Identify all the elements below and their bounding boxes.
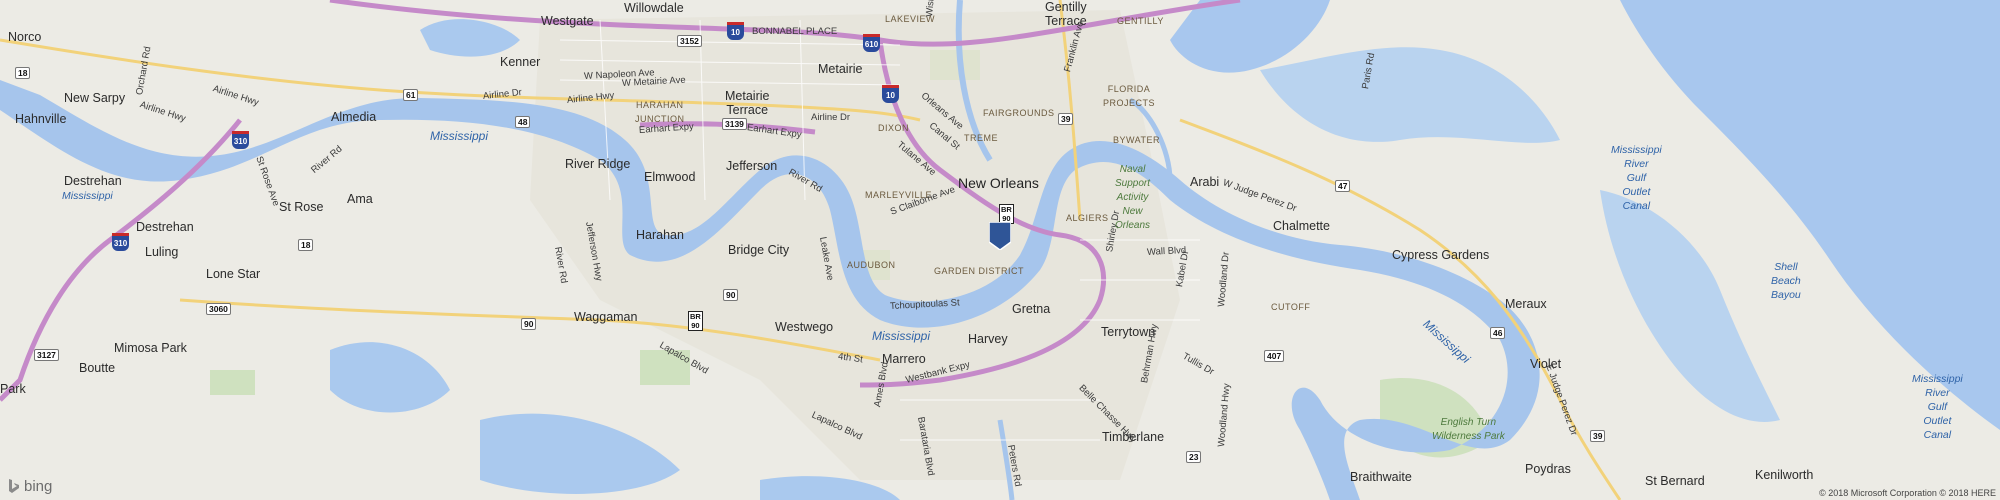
district-treme-label: TREME (964, 133, 998, 143)
road-wall-blvd-label: Wall Blvd (1146, 244, 1187, 258)
place-ama-label: Ama (347, 192, 373, 206)
place-harahan-label: Harahan (636, 228, 684, 242)
route-shield-rt-23-icon: 23 (1186, 451, 1202, 463)
place-jefferson-label: Jefferson (726, 159, 778, 173)
place-new-orleans-label: New Orleans (958, 175, 1039, 191)
place-river-ridge-label: River Ridge (565, 157, 631, 171)
property-pin-marker[interactable] (988, 221, 1012, 251)
place-chalmette-label: Chalmette (1273, 219, 1330, 233)
water-mrgo-1-label: Mississippi River Gulf Outlet Canal (1611, 144, 1662, 212)
place-boutte-label: Boutte (79, 361, 116, 375)
route-shield-rt-90-b-icon: 90 (723, 289, 739, 301)
map-canvas[interactable]: Norco New Sarpy Hahnville Destrehan Destreha… (0, 0, 2000, 500)
district-algiers-label: ALGIERS (1066, 213, 1109, 223)
water-mississippi-1-label: Mississippi (430, 129, 489, 143)
place-kenner-label: Kenner (500, 55, 541, 69)
place-elmwood-label: Elmwood (644, 170, 696, 184)
route-shield-rt-3152-icon: 3152 (677, 35, 702, 47)
interstate-shield-i-310-a-icon: 310 (232, 131, 249, 149)
district-dixon-label: DIXON (878, 123, 910, 133)
business-route-shield-br-90-a-icon: BR 90 (999, 204, 1014, 224)
district-fairgrounds-label: FAIRGROUNDS (983, 108, 1055, 118)
place-braithwaite-label: Braithwaite (1350, 470, 1412, 484)
map-copyright: © 2018 Microsoft Corporation © 2018 HERE (1819, 488, 1996, 498)
place-westgate-label: Westgate (541, 14, 594, 28)
bing-logo[interactable]: bing (8, 478, 52, 495)
place-arabi-label: Arabi (1190, 175, 1220, 189)
bing-wordmark: bing (24, 478, 53, 495)
place-almedia-label: Almedia (331, 110, 377, 124)
route-shield-rt-39-b-icon: 39 (1590, 430, 1606, 442)
route-shield-rt-46-icon: 46 (1490, 327, 1506, 339)
district-cutoff-label: CUTOFF (1271, 302, 1311, 312)
route-shield-rt-18-b-icon: 18 (298, 239, 314, 251)
route-shield-rt-3139-icon: 3139 (722, 118, 747, 130)
place-destrehan-1-label: Destrehan (64, 174, 122, 188)
place-willowdale-label: Willowdale (624, 1, 684, 15)
water-shell-beach-bayou-label: Shell Beach Bayou (1771, 261, 1801, 301)
business-route-shield-br-90-b-icon: BR 90 (688, 311, 703, 331)
route-shield-rt-3127-icon: 3127 (34, 349, 59, 361)
road-airline-dr-2-label: Airline Dr (811, 112, 851, 123)
place-gretna-label: Gretna (1012, 302, 1051, 316)
route-shield-rt-407-icon: 407 (1264, 350, 1285, 362)
interstate-shield-i-310-b-icon: 310 (112, 233, 129, 251)
road-bonnabel-place-label: BONNABEL PLACE (752, 26, 838, 37)
park-english-turn-label: English Turn Wilderness Park (1432, 417, 1505, 442)
bing-b-icon (9, 479, 19, 493)
place-new-sarpy-label: New Sarpy (64, 91, 126, 105)
place-waggaman-label: Waggaman (574, 310, 638, 324)
place-hahnville-label: Hahnville (15, 112, 67, 126)
place-st-bernard-label: St Bernard (1645, 474, 1705, 488)
place-norco-label: Norco (8, 30, 42, 44)
place-metairie-terrace-label: Metairie Terrace (725, 89, 770, 117)
place-lone-star-label: Lone Star (206, 267, 261, 281)
district-florida-projects-label: FLORIDA PROJECTS (1103, 84, 1156, 108)
place-luling-label: Luling (145, 245, 179, 259)
district-bywater-label: BYWATER (1113, 135, 1161, 145)
district-garden-district-label: GARDEN DISTRICT (934, 266, 1025, 276)
route-shield-rt-39-a-icon: 39 (1058, 113, 1074, 125)
place-st-rose-label: St Rose (279, 200, 324, 214)
district-gentilly-label: GENTILLY (1117, 16, 1164, 26)
water-mrgo-2-label: Mississippi River Gulf Outlet Canal (1912, 373, 1963, 441)
place-bridge-city-label: Bridge City (728, 243, 790, 257)
place-kenilworth-label: Kenilworth (1755, 468, 1814, 482)
route-shield-rt-18-a-icon: 18 (15, 67, 31, 79)
place-cypress-gardens-label: Cypress Gardens (1392, 248, 1490, 262)
route-shield-rt-90-a-icon: 90 (521, 318, 537, 330)
place-westwego-label: Westwego (775, 320, 834, 334)
interstate-shield-i-10-a-icon: 10 (727, 22, 744, 40)
place-metairie-label: Metairie (818, 62, 863, 76)
place-destrehan-2-label: Destrehan (136, 220, 194, 234)
place-park-label: Park (0, 382, 26, 396)
place-poydras-label: Poydras (1525, 462, 1571, 476)
interstate-shield-i-10-b-icon: 10 (882, 85, 899, 103)
route-shield-rt-48-icon: 48 (515, 116, 531, 128)
route-shield-rt-47-icon: 47 (1335, 180, 1351, 192)
interstate-shield-i-610-icon: 610 (863, 34, 880, 52)
place-mimosa-park-label: Mimosa Park (114, 341, 187, 355)
place-harvey-label: Harvey (968, 332, 1008, 346)
route-shield-rt-61-icon: 61 (403, 89, 419, 101)
route-shield-rt-3060-icon: 3060 (206, 303, 231, 315)
park-naval-support-label: Naval Support Activity New Orleans (1115, 164, 1151, 231)
water-mississippi-3-label: Mississippi (872, 329, 931, 343)
district-audubon-label: AUDUBON (847, 260, 896, 270)
place-meraux-label: Meraux (1505, 297, 1547, 311)
water-mississippi-2-label: Mississippi (62, 190, 113, 202)
